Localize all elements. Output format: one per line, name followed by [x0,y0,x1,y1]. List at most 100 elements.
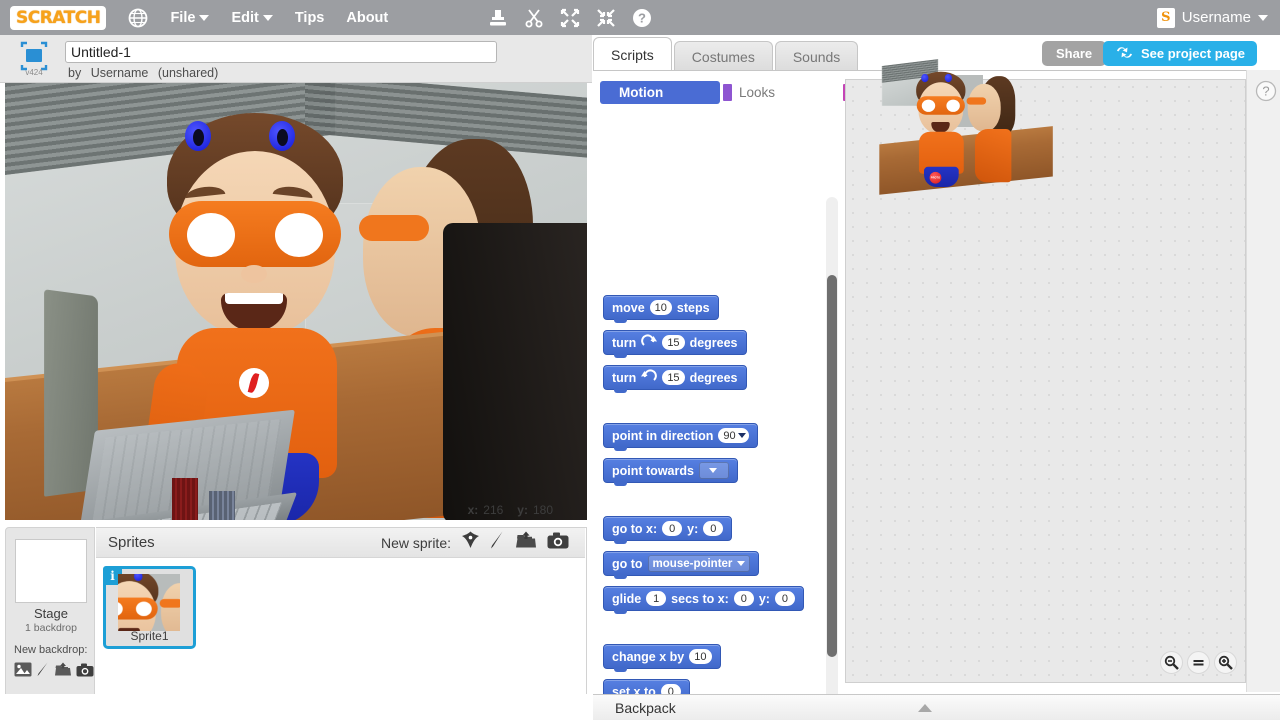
stage-pane-title: Stage [34,606,68,621]
share-button[interactable]: Share [1042,41,1107,66]
duplicate-stamp-icon[interactable] [488,8,508,28]
chevron-down-icon [737,433,746,438]
see-project-page-button[interactable]: See project page [1103,41,1258,66]
block-text: change x by [612,649,685,664]
block-change-x-by[interactable]: change x by 10 [603,644,721,672]
shrink-icon[interactable] [596,8,616,28]
stage-scene-image: PROTO [5,83,587,520]
block-input-y[interactable]: 0 [774,591,795,606]
stage-canvas[interactable]: PROTO [5,83,587,520]
stage-selector-pane[interactable]: Stage 1 backdrop New backdrop: [5,527,95,720]
user-badge-icon: S [1156,7,1175,28]
zoom-reset-button[interactable] [1187,651,1210,674]
zoom-controls [1160,651,1237,674]
menu-bar: SCRATCH File Edit Tips About ? S Usernam… [0,0,1280,35]
block-input-dx[interactable]: 10 [689,649,712,664]
menu-about[interactable]: About [346,10,388,26]
upload-backdrop-icon[interactable] [54,662,72,682]
camera-sprite-icon[interactable] [547,532,569,554]
new-sprite-label: New sprite: [380,534,451,551]
help-question-icon[interactable]: ? [1255,80,1277,102]
block-input-direction[interactable]: 90 [718,428,749,443]
camera-backdrop-icon[interactable] [76,663,94,682]
block-input-secs[interactable]: 1 [646,591,667,606]
menu-file-label: File [170,9,196,26]
username-label: Username [1181,9,1251,26]
shared-state: (unshared) [157,66,219,80]
category-motion[interactable]: Motion [600,81,720,104]
chevron-down-icon [262,14,273,21]
project-byline: by Username (unshared) [68,66,218,80]
block-input-x[interactable]: 0 [733,591,754,606]
backdrop-library-icon[interactable] [14,662,32,682]
palette-scrollbar-thumb[interactable] [827,275,837,657]
menu-tips[interactable]: Tips [295,10,325,26]
scripts-editor: Motion Looks Sound Pen Data Events Contr… [593,59,1280,720]
block-move-steps[interactable]: move 10 steps [603,295,719,323]
block-text: glide [612,591,642,606]
block-dropdown-target[interactable] [698,462,729,479]
block-turn-ccw[interactable]: turn 15 degrees [603,365,747,393]
block-go-to-xy[interactable]: go to x: 0 y: 0 [603,516,733,544]
block-point-towards[interactable]: point towards [603,458,738,486]
selected-sprite-info: PROTO x: 0 y: 0 [879,59,1053,195]
menu-tips-label: Tips [294,9,325,26]
paint-backdrop-icon[interactable] [36,662,50,682]
category-looks-label: Looks [739,85,776,100]
block-dropdown-go-to[interactable]: mouse-pointer [647,555,751,572]
block-input-steps[interactable]: 10 [649,300,672,315]
block-text: y: [758,591,770,606]
block-go-to-target[interactable]: go to mouse-pointer [603,551,760,579]
sprite-library-icon[interactable] [461,531,480,554]
block-turn-cw[interactable]: turn 15 degrees [603,330,747,358]
menu-edit-label: Edit [231,9,259,26]
category-looks[interactable]: Looks [720,81,840,104]
chevron-down-icon [708,468,717,473]
block-text: turn [612,370,637,385]
sprite-item-sprite1[interactable]: i PROTO Sprite1 [103,566,196,649]
refresh-arrows-icon [1115,45,1134,63]
user-menu[interactable]: S Username [1156,0,1268,35]
stage-thumbnail[interactable] [15,539,87,603]
new-backdrop-label: New backdrop: [14,644,88,656]
block-text: turn [612,335,637,350]
project-title-input[interactable] [65,41,497,63]
selected-sprite-thumbnail: PROTO [879,59,1053,195]
block-palette[interactable]: move 10 steps turn 15 degrees turn 15 de… [595,193,843,720]
block-text: secs to x: [671,591,729,606]
block-help-icon[interactable]: ? [632,8,652,28]
sprites-toolbar: Sprites New sprite: [96,528,585,558]
menu-edit[interactable]: Edit [231,9,273,26]
scratch-logo[interactable]: SCRATCH [10,5,107,30]
tab-scripts[interactable]: Scripts [593,37,672,71]
tab-scripts-label: Scripts [611,46,654,63]
new-backdrop-buttons [14,662,94,682]
chevron-up-icon[interactable] [918,703,932,712]
sprites-title: Sprites [108,534,155,551]
globe-icon[interactable] [128,8,148,28]
tab-costumes-label: Costumes [691,48,755,65]
block-input-y[interactable]: 0 [703,521,724,536]
sprite-name-label: Sprite1 [130,629,169,643]
tab-sounds[interactable]: Sounds [774,41,859,71]
block-text: go to [612,556,643,571]
block-text: degrees [689,335,738,350]
chevron-down-icon [199,14,210,21]
block-input-degrees[interactable]: 15 [662,370,685,385]
zoom-in-button[interactable] [1214,651,1237,674]
tab-costumes[interactable]: Costumes [673,41,773,71]
block-text: degrees [689,370,738,385]
backpack-bar[interactable]: Backpack [593,694,1280,720]
block-glide-secs-to-xy[interactable]: glide 1 secs to x: 0 y: 0 [603,586,804,614]
block-point-in-direction[interactable]: point in direction 90 [603,423,758,451]
block-input-x[interactable]: 0 [662,521,683,536]
menu-file[interactable]: File [170,9,210,26]
block-text: point in direction [612,428,714,443]
upload-sprite-icon[interactable] [515,531,537,554]
paint-sprite-icon[interactable] [490,531,505,554]
zoom-out-button[interactable] [1160,651,1183,674]
delete-scissors-icon[interactable] [524,8,544,28]
block-input-degrees[interactable]: 15 [662,335,685,350]
grow-icon[interactable] [560,8,580,28]
svg-text:?: ? [1262,84,1269,99]
